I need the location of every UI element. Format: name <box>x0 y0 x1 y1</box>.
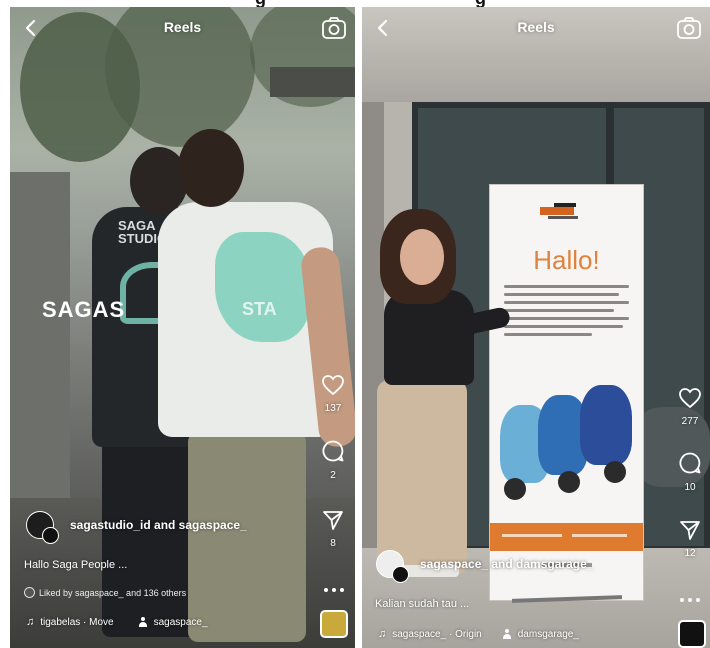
comment-button[interactable]: 2 <box>313 439 353 481</box>
comment-count: 10 <box>684 482 696 493</box>
audio-track[interactable]: sagaspace_ · Origin <box>392 629 482 640</box>
banner-paragraph <box>504 285 629 341</box>
tagged-user[interactable]: damsgarage_ <box>518 629 579 640</box>
author-names[interactable]: sagaspace_ and damsgarage_ <box>420 557 593 571</box>
banner-scooters-photo <box>498 375 636 510</box>
shirt-print-graphic <box>215 232 310 342</box>
liked-by[interactable]: Liked by sagaspace_ and 136 others <box>24 587 186 598</box>
avatar-secondary <box>392 566 409 583</box>
reel-panel-left[interactable]: SAGA STUDIO SAGAS STA Reels 137 2 8 saga… <box>10 7 355 648</box>
music-note-icon: ♫ <box>26 616 35 628</box>
heart-icon <box>322 375 344 396</box>
person-tag-icon <box>138 617 148 627</box>
audio-row[interactable]: ♫ tigabelas · Move sagaspace_ <box>26 616 208 628</box>
heart-icon <box>679 388 701 409</box>
camera-icon[interactable] <box>321 16 347 40</box>
reel-panel-right[interactable]: Hallo! Reels 277 10 12 sagaspace_ and da… <box>362 7 710 648</box>
avatar-secondary <box>42 527 59 544</box>
page-title: Reels <box>517 19 555 35</box>
share-button[interactable]: 8 <box>313 509 353 549</box>
roll-up-banner: Hallo! <box>490 185 643 600</box>
person-pants <box>377 380 467 575</box>
banner-headline: Hallo! <box>533 245 600 275</box>
camera-icon[interactable] <box>676 16 702 40</box>
like-button[interactable]: 137 <box>313 374 353 414</box>
avatar[interactable] <box>376 550 409 583</box>
ellipsis-icon <box>678 589 702 606</box>
audio-thumbnail[interactable] <box>320 610 348 638</box>
comment-button[interactable]: 10 <box>670 451 710 493</box>
audio-thumbnail[interactable] <box>678 620 706 648</box>
page-title: Reels <box>163 19 202 35</box>
share-count: 8 <box>330 538 336 549</box>
person-top <box>384 290 474 385</box>
liked-by-text: Liked by sagaspace_ and 136 others <box>39 587 187 598</box>
caption[interactable]: Hallo Saga People ... <box>24 559 127 571</box>
video-watermark-secondary: STA <box>242 299 277 319</box>
ellipsis-icon <box>322 579 346 596</box>
like-count: 137 <box>324 403 342 414</box>
share-button[interactable]: 12 <box>670 519 710 559</box>
comment-count: 2 <box>330 470 336 481</box>
author-row[interactable]: sagastudio_id and sagaspace_ <box>26 511 247 544</box>
caption[interactable]: Kalian sudah tau ... <box>375 598 469 610</box>
background-wall <box>10 172 70 532</box>
tagged-user[interactable]: sagaspace_ <box>154 617 208 628</box>
avatar[interactable] <box>26 511 59 544</box>
comment-icon <box>679 452 701 474</box>
more-options-button[interactable] <box>678 589 704 602</box>
banner-contact-strip <box>490 523 643 551</box>
author-row[interactable]: sagaspace_ and damsgarage_ <box>376 550 593 583</box>
reel-video-left[interactable]: SAGA STUDIO SAGAS STA <box>10 7 355 648</box>
banner-logo <box>540 203 590 221</box>
person-tag-icon <box>502 629 512 639</box>
audio-row[interactable]: ♫ sagaspace_ · Origin damsgarage_ <box>378 628 579 640</box>
paper-plane-icon <box>323 511 343 530</box>
music-note-icon: ♫ <box>378 628 387 640</box>
paper-plane-icon <box>680 521 700 540</box>
roof-beam <box>270 67 355 97</box>
like-button[interactable]: 277 <box>670 387 710 427</box>
audio-track[interactable]: tigabelas · Move <box>40 617 113 628</box>
person-face <box>400 229 444 285</box>
more-options-button[interactable] <box>322 579 348 592</box>
video-watermark: SAGAS <box>42 297 126 322</box>
author-names[interactable]: sagastudio_id and sagaspace_ <box>70 518 247 532</box>
person-white-head <box>178 129 244 207</box>
comment-icon <box>322 440 344 462</box>
liker-avatar <box>24 587 35 598</box>
like-count: 277 <box>681 416 699 427</box>
share-count: 12 <box>684 548 696 559</box>
